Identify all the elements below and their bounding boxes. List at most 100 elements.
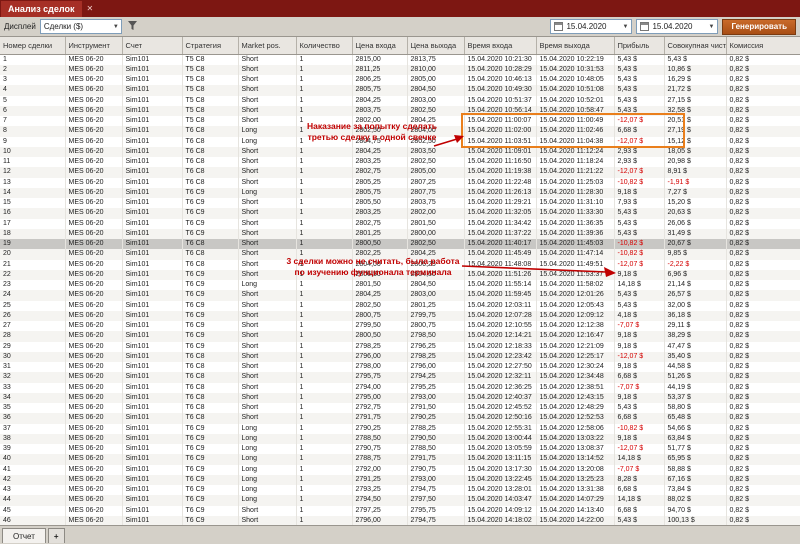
table-row[interactable]: 2 MES 06-20 Sim101 T5 C8 Short 1 2811,25 2810,0…	[0, 64, 800, 75]
filter-icon[interactable]	[127, 21, 137, 32]
date-to-picker[interactable]: 15.04.2020 ▼	[636, 19, 719, 34]
column-header[interactable]: Комиссия	[726, 37, 800, 55]
window-tab[interactable]: Анализ сделок	[1, 1, 82, 17]
table-row[interactable]: 43 MES 06-20 Sim101 T6 C9 Long 1 2793,25 2794,7…	[0, 485, 800, 496]
table-row[interactable]: 25 MES 06-20 Sim101 T6 C9 Short 1 2802,50 2801,…	[0, 300, 800, 311]
table-row[interactable]: 39 MES 06-20 Sim101 T6 C9 Long 1 2790,75 2788,5…	[0, 444, 800, 455]
cell: 15.04.2020 13:17:30	[464, 464, 537, 475]
cell: 2788,25	[407, 423, 465, 434]
table-row[interactable]: 31 MES 06-20 Sim101 T6 C8 Short 1 2798,00 2796,…	[0, 362, 800, 373]
table-row[interactable]: 21 MES 06-20 Sim101 T6 C8 Short 1 2804,00 2806,…	[0, 259, 800, 270]
cell: 2804,00	[407, 126, 465, 137]
close-icon[interactable]: ✕	[82, 0, 99, 17]
cell: MES 06-20	[65, 362, 123, 373]
table-row[interactable]: 32 MES 06-20 Sim101 T6 C8 Short 1 2795,75 2794,…	[0, 372, 800, 383]
table-row[interactable]: 40 MES 06-20 Sim101 T6 C9 Long 1 2788,75 2791,7…	[0, 454, 800, 465]
table-row[interactable]: 24 MES 06-20 Sim101 T6 C9 Short 1 2804,25 2803,…	[0, 290, 800, 301]
table-row[interactable]: 18 MES 06-20 Sim101 T6 C9 Short 1 2801,25 2800,…	[0, 228, 800, 239]
cell: 5	[0, 95, 66, 106]
column-header[interactable]: Прибыль	[614, 37, 665, 55]
table-row[interactable]: 15 MES 06-20 Sim101 T6 C9 Short 1 2805,50 2803,…	[0, 198, 800, 209]
table-row[interactable]: 7 MES 06-20 Sim101 T5 C8 Short 1 2802,00 2804,2…	[0, 116, 800, 127]
table-row[interactable]: 38 MES 06-20 Sim101 T6 C9 Long 1 2788,50 2790,5…	[0, 433, 800, 444]
table-row[interactable]: 34 MES 06-20 Sim101 T6 C8 Short 1 2795,00 2793,…	[0, 392, 800, 403]
table-row[interactable]: 37 MES 06-20 Sim101 T6 C9 Long 1 2790,25 2788,2…	[0, 423, 800, 434]
cell: MES 06-20	[65, 372, 123, 383]
table-row[interactable]: 1 MES 06-20 Sim101 T5 C8 Short 1 2815,00 2813,7…	[0, 54, 800, 65]
cell: 20	[0, 249, 66, 260]
cell: 15.04.2020 10:51:37	[464, 95, 537, 106]
cell: 2805,75	[352, 85, 408, 96]
cell: 0,82 $	[726, 392, 800, 403]
table-row[interactable]: 46 MES 06-20 Sim101 T6 C9 Short 1 2796,00 2794,…	[0, 515, 800, 525]
table-row[interactable]: 16 MES 06-20 Sim101 T6 C9 Short 1 2803,25 2802,…	[0, 208, 800, 219]
cell: MES 06-20	[65, 392, 123, 403]
column-header[interactable]: Цена выхода	[407, 37, 465, 55]
cell: 100,13 $	[664, 515, 727, 525]
table-row[interactable]: 23 MES 06-20 Sim101 T6 C9 Long 1 2801,50 2804,5…	[0, 280, 800, 291]
table-row[interactable]: 30 MES 06-20 Sim101 T6 C8 Short 1 2796,00 2798,…	[0, 351, 800, 362]
cell: 15.04.2020 10:31:53	[536, 64, 615, 75]
cell: 10	[0, 146, 66, 157]
table-row[interactable]: 45 MES 06-20 Sim101 T6 C9 Short 1 2797,25 2795,…	[0, 505, 800, 516]
table-row[interactable]: 12 MES 06-20 Sim101 T6 C8 Short 1 2802,75 2805,…	[0, 167, 800, 178]
table-row[interactable]: 8 MES 06-20 Sim101 T6 C8 Long 1 2802,50 2804,00…	[0, 126, 800, 137]
generate-button[interactable]: Генерировать	[722, 18, 796, 35]
tab-report[interactable]: Отчет	[2, 528, 46, 543]
cell: MES 06-20	[65, 403, 123, 414]
column-header[interactable]: Номер сделки	[0, 37, 66, 55]
table-row[interactable]: 42 MES 06-20 Sim101 T6 C9 Long 1 2791,25 2793,0…	[0, 474, 800, 485]
column-header[interactable]: Время входа	[464, 37, 537, 55]
column-header[interactable]: Время выхода	[536, 37, 615, 55]
table-row[interactable]: 17 MES 06-20 Sim101 T6 C9 Short 1 2802,75 2801,…	[0, 218, 800, 229]
cell: 15.04.2020 11:59:45	[464, 290, 537, 301]
table-row[interactable]: 33 MES 06-20 Sim101 T6 C8 Short 1 2794,00 2795,…	[0, 382, 800, 393]
table-row[interactable]: 22 MES 06-20 Sim101 T6 C9 Short 1 2806,50 2804,…	[0, 269, 800, 280]
column-header[interactable]: Количество	[296, 37, 353, 55]
date-from-picker[interactable]: 15.04.2020 ▼	[550, 19, 633, 34]
table-row[interactable]: 44 MES 06-20 Sim101 T6 C9 Long 1 2794,50 2797,5…	[0, 495, 800, 506]
cell: Sim101	[122, 167, 183, 178]
display-select[interactable]: Сделки ($) ▼	[39, 19, 122, 34]
column-header[interactable]: Стратегия	[182, 37, 239, 55]
cell: 1	[296, 515, 353, 525]
table-row[interactable]: 29 MES 06-20 Sim101 T6 C9 Short 1 2798,25 2796,…	[0, 341, 800, 352]
column-header[interactable]: Счет	[122, 37, 183, 55]
table-row[interactable]: 26 MES 06-20 Sim101 T6 C9 Short 1 2800,75 2799,…	[0, 310, 800, 321]
cell: 2	[0, 64, 66, 75]
table-row[interactable]: 11 MES 06-20 Sim101 T6 C8 Short 1 2803,25 2802,…	[0, 157, 800, 168]
table-row[interactable]: 6 MES 06-20 Sim101 T5 C8 Short 1 2803,75 2802,5…	[0, 105, 800, 116]
table-row[interactable]: 10 MES 06-20 Sim101 T6 C8 Short 1 2804,25 2803,…	[0, 146, 800, 157]
column-header[interactable]: Инструмент	[65, 37, 123, 55]
table-row[interactable]: 36 MES 06-20 Sim101 T6 C8 Short 1 2791,75 2790,…	[0, 413, 800, 424]
table-row[interactable]: 28 MES 06-20 Sim101 T6 C9 Short 1 2800,50 2798,…	[0, 331, 800, 342]
cell: 2795,75	[352, 372, 408, 383]
cell: Short	[238, 505, 297, 516]
cell: 1	[296, 54, 353, 65]
cell: 15.04.2020 12:16:47	[536, 331, 615, 342]
table-row[interactable]: 41 MES 06-20 Sim101 T6 C9 Long 1 2792,00 2790,7…	[0, 464, 800, 475]
column-header[interactable]: Market pos.	[238, 37, 297, 55]
cell: 15.04.2020 12:30:24	[536, 362, 615, 373]
cell: 2800,50	[352, 331, 408, 342]
table-row[interactable]: 19 MES 06-20 Sim101 T6 C8 Short 1 2800,50 2802,…	[0, 239, 800, 250]
table-row[interactable]: 3 MES 06-20 Sim101 T5 C8 Short 1 2806,25 2805,0…	[0, 75, 800, 86]
table-row[interactable]: 5 MES 06-20 Sim101 T5 C8 Short 1 2804,25 2803,0…	[0, 95, 800, 106]
cell: 15.04.2020 13:31:38	[536, 485, 615, 496]
column-header[interactable]: Цена входа	[352, 37, 408, 55]
cell: 2802,25	[352, 249, 408, 260]
table-row[interactable]: 27 MES 06-20 Sim101 T6 C9 Short 1 2799,50 2800,…	[0, 321, 800, 332]
table-row[interactable]: 35 MES 06-20 Sim101 T6 C8 Short 1 2792,75 2791,…	[0, 403, 800, 414]
cell: 8,91 $	[664, 167, 727, 178]
cell: 26	[0, 310, 66, 321]
table-row[interactable]: 13 MES 06-20 Sim101 T6 C8 Short 1 2805,25 2807,…	[0, 177, 800, 188]
table-row[interactable]: 4 MES 06-20 Sim101 T5 C8 Short 1 2805,75 2804,5…	[0, 85, 800, 96]
table-row[interactable]: 9 MES 06-20 Sim101 T6 C8 Long 1 2804,75 2802,50…	[0, 136, 800, 147]
chevron-down-icon: ▼	[112, 23, 119, 30]
cell: Long	[238, 474, 297, 485]
table-row[interactable]: 14 MES 06-20 Sim101 T6 C9 Long 1 2805,75 2807,7…	[0, 187, 800, 198]
add-tab-button[interactable]: +	[47, 528, 65, 543]
table-row[interactable]: 20 MES 06-20 Sim101 T6 C8 Short 1 2802,25 2804,…	[0, 249, 800, 260]
column-header[interactable]: Совокупная чист...	[664, 37, 727, 55]
cell: 5,43 $	[614, 95, 665, 106]
